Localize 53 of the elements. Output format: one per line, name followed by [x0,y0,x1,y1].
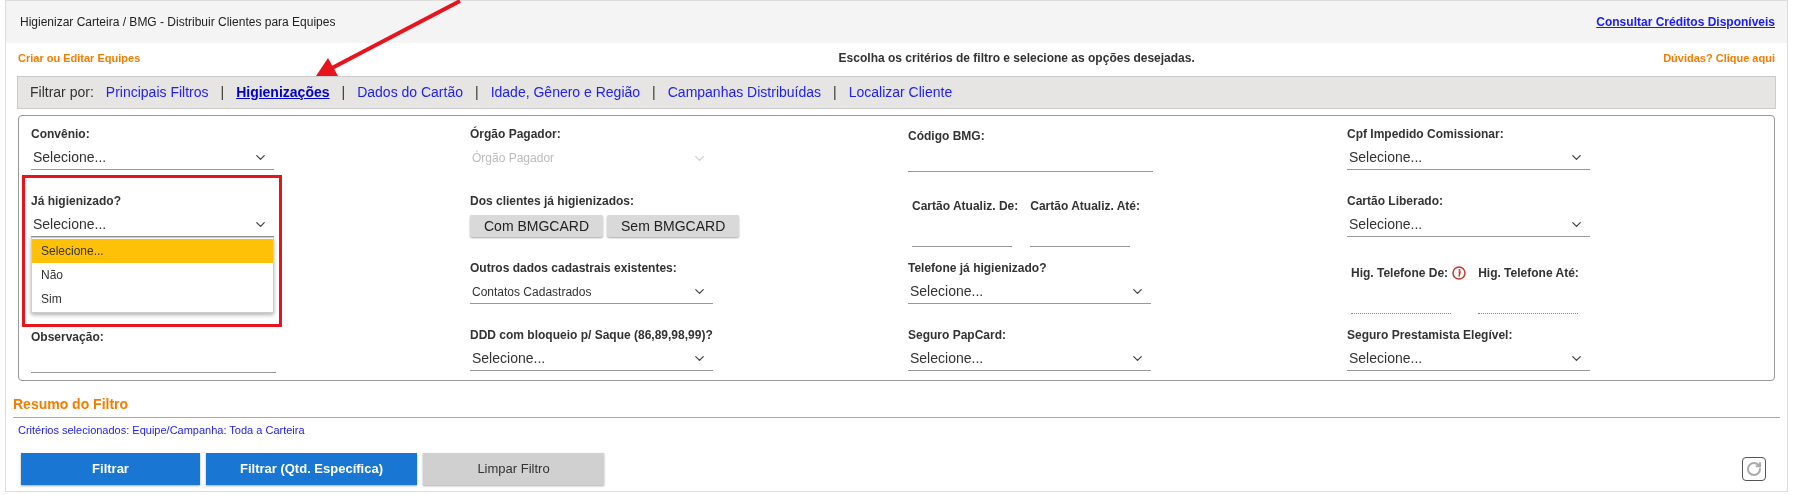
select-field[interactable]: Selecione... [908,280,1151,304]
field-label: DDD com bloqueio p/ Saque (86,89,98,99)? [470,327,714,343]
select-field[interactable]: Selecione... [1347,347,1590,371]
separator: | [833,83,837,102]
instruction-text: Escolha os critérios de filtro e selecione as opções desejadas. [838,50,1195,67]
dropdown-option[interactable]: Selecione... [32,239,273,263]
filter-tab[interactable]: Dados do Cartão [357,82,463,103]
field-label: Seguro PapCard: [908,327,1007,343]
separator: | [220,83,225,102]
toggle-button[interactable]: Com BMGCARD [470,215,603,237]
field-label: Já higienizado? [31,193,122,209]
field-label: Hig. Telefone De: [1351,265,1449,282]
dropdown-option[interactable]: Sim [32,287,273,311]
credits-link[interactable]: Consultar Créditos Disponíveis [1596,13,1775,31]
filter-tab[interactable]: Higienizações [236,82,330,103]
filter-tab[interactable]: Campanhas Distribuídas [667,82,822,103]
filter-tab[interactable]: Localizar Cliente [848,82,953,103]
field-label: Cpf Impedido Comissionar: [1347,126,1505,142]
criteria-text: Critérios selecionados: Equipe/Campanha: Toda a Carteira [18,423,306,438]
field-label: Cartão Atualiz. De: [912,198,1019,215]
field-label: Cartão Atualiz. Até: [1030,198,1141,215]
refresh-button[interactable] [1742,456,1766,481]
action-button[interactable]: Limpar Filtro [423,452,604,485]
field-label: Seguro Prestamista Elegível: [1347,327,1514,343]
dropdown-option[interactable]: Não [32,263,273,287]
summary-title: Resumo do Filtro [13,396,129,412]
action-button[interactable]: Filtrar [21,452,200,485]
field-label: Cartão Liberado: [1347,193,1444,209]
separator: | [475,83,479,102]
select-field[interactable]: Selecione... [908,347,1151,371]
select-field[interactable]: Selecione... [1347,146,1590,170]
field-label: Órgão Pagador: [470,126,562,142]
select-field[interactable]: Selecione... [1347,213,1590,237]
action-button[interactable]: Filtrar (Qtd. Específica) [206,452,417,485]
separator: | [341,83,346,102]
select-field[interactable]: Selecione... [31,146,274,170]
field-label: Código BMG: [908,128,985,144]
select-field[interactable]: Contatos Cadastrados [470,280,713,304]
toggle-button[interactable]: Sem BMGCARD [607,215,740,237]
field-label: Outros dados cadastrais existentes: [470,260,678,276]
breadcrumb: Higienizar Carteira / BMG - Distribuir Clientes para Equipes [20,14,336,31]
filter-tab[interactable]: Idade, Gênero e Região [490,82,641,103]
field-label: Observação: [31,329,104,345]
field-label: Convênio: [31,126,91,142]
filter-tab[interactable]: Principais Filtros [105,82,209,103]
field-label: Dos clientes já higienizados: [470,193,636,209]
field-label: Telefone já higienizado? [908,260,1048,276]
filter-label: Filtrar por: [30,83,94,102]
field-label: Hig. Telefone Até: [1478,265,1579,282]
separator: | [652,83,656,102]
select-field[interactable]: Selecione... [470,347,713,371]
refresh-icon [1746,460,1762,477]
info-icon[interactable] [1452,266,1467,280]
